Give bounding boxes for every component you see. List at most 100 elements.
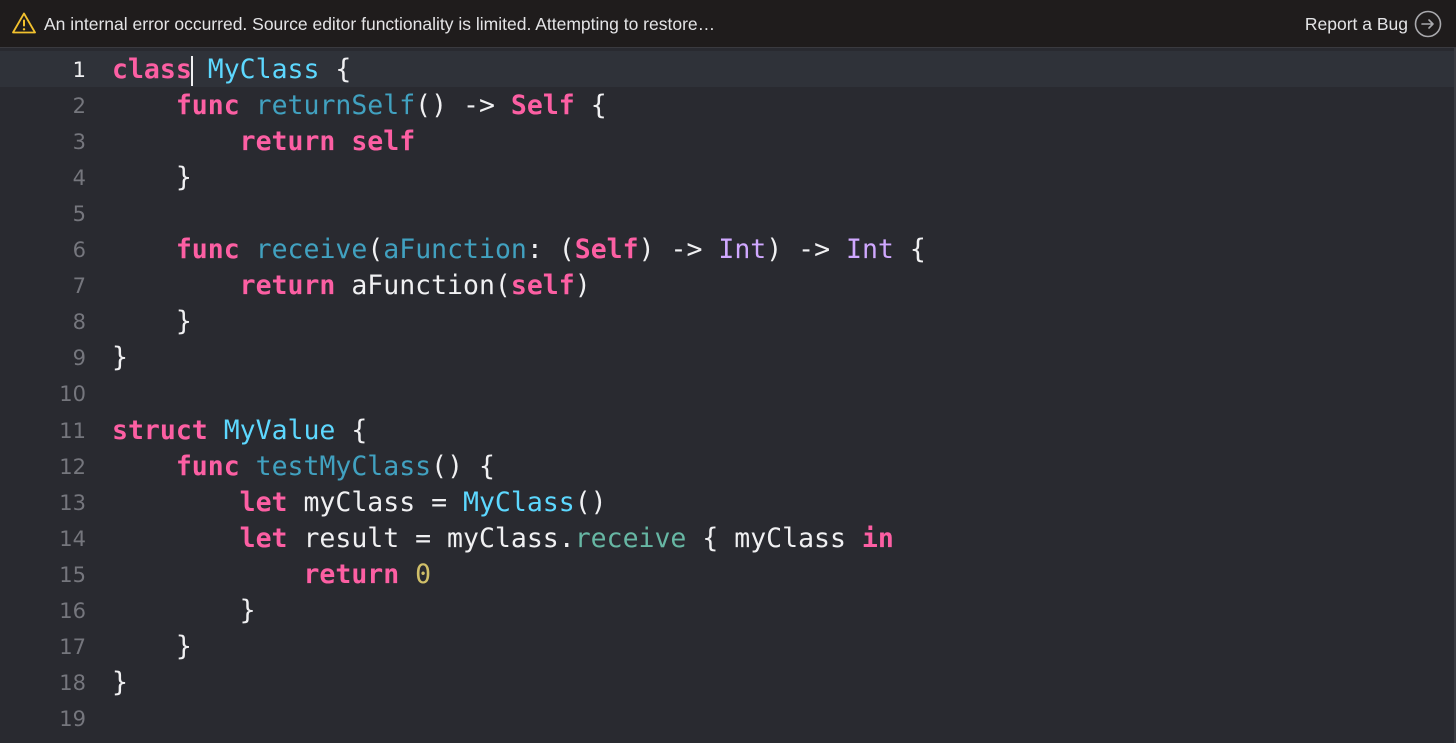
- code-token: ) ->: [766, 234, 847, 266]
- code-text[interactable]: }: [112, 342, 128, 374]
- code-token: MyClass: [207, 54, 320, 85]
- code-text[interactable]: return self: [112, 126, 416, 158]
- code-token: returnSelf: [255, 90, 416, 122]
- code-token: testMyClass: [255, 450, 432, 482]
- code-token: {: [335, 414, 368, 446]
- code-line[interactable]: 19: [0, 700, 1456, 736]
- code-token: }: [112, 306, 192, 338]
- line-number: 18: [59, 670, 86, 695]
- code-line[interactable]: 1 class MyClass {: [0, 51, 1456, 87]
- code-text[interactable]: }: [112, 667, 128, 699]
- code-token: : (: [526, 234, 575, 266]
- code-token: receive: [255, 234, 368, 266]
- code-token: class: [112, 54, 192, 85]
- line-number: 3: [72, 130, 86, 155]
- code-token: }: [112, 630, 192, 662]
- code-token: { myClass: [686, 522, 862, 554]
- code-text[interactable]: func receive(aFunction: (Self) -> Int) -…: [112, 234, 926, 266]
- code-line[interactable]: 7 return aFunction(self): [0, 267, 1456, 303]
- code-token: () ->: [415, 90, 511, 122]
- code-line[interactable]: 14 let result = myClass.receive { myClas…: [0, 520, 1456, 556]
- code-line[interactable]: 3 return self: [0, 123, 1456, 159]
- line-number: 2: [72, 94, 86, 119]
- line-number: 10: [59, 382, 86, 407]
- warning-triangle-icon: [12, 12, 36, 34]
- code-token: Int: [718, 234, 767, 266]
- code-token: myClass =: [287, 486, 464, 518]
- code-token: Int: [846, 234, 894, 266]
- line-number: 5: [72, 202, 86, 227]
- code-token: func: [175, 450, 240, 482]
- code-line[interactable]: 6 func receive(aFunction: (Self) -> Int)…: [0, 231, 1456, 267]
- code-token: Self: [574, 234, 639, 266]
- line-number: 13: [59, 490, 86, 515]
- code-line[interactable]: 12 func testMyClass() {: [0, 448, 1456, 484]
- code-token: (): [574, 486, 607, 518]
- code-text[interactable]: let result = myClass.receive { myClass i…: [112, 523, 894, 555]
- code-text[interactable]: }: [112, 595, 256, 627]
- code-line[interactable]: 16 }: [0, 592, 1456, 628]
- line-number: 9: [72, 346, 86, 371]
- code-token: {: [319, 54, 352, 85]
- report-bug-label: Report a Bug: [1304, 13, 1408, 34]
- code-line[interactable]: 8 }: [0, 303, 1456, 339]
- code-token: }: [112, 594, 256, 626]
- source-editor[interactable]: 1 class MyClass {2 func returnSelf() -> S…: [0, 48, 1456, 743]
- line-number: 7: [72, 274, 86, 299]
- code-token: ) ->: [638, 234, 719, 266]
- code-line[interactable]: 9}: [0, 339, 1456, 375]
- line-number: 1: [72, 58, 86, 82]
- code-token: func: [175, 234, 240, 266]
- code-text[interactable]: struct MyValue {: [112, 415, 367, 447]
- line-number: 15: [59, 562, 86, 587]
- code-line[interactable]: 18}: [0, 664, 1456, 700]
- code-token: MyClass: [463, 486, 575, 518]
- code-line[interactable]: 17 }: [0, 628, 1456, 664]
- code-text[interactable]: class MyClass {: [112, 54, 351, 86]
- code-token: let: [239, 486, 288, 518]
- line-number: 14: [59, 526, 86, 551]
- code-token: Self: [510, 90, 575, 122]
- code-token: () {: [431, 450, 495, 482]
- code-text[interactable]: func returnSelf() -> Self {: [112, 90, 607, 122]
- code-token: in: [861, 522, 894, 554]
- line-number: 8: [72, 310, 86, 335]
- code-token: self: [510, 270, 575, 302]
- line-number: 17: [59, 634, 86, 659]
- code-line[interactable]: 10: [0, 375, 1456, 411]
- code-line[interactable]: 15 return 0: [0, 556, 1456, 592]
- code-text[interactable]: func testMyClass() {: [112, 451, 495, 483]
- code-token: return: [303, 558, 400, 590]
- code-line[interactable]: 5: [0, 195, 1456, 231]
- code-line[interactable]: 2 func returnSelf() -> Self {: [0, 87, 1456, 123]
- code-text[interactable]: }: [112, 306, 192, 338]
- code-token: return: [239, 270, 336, 302]
- code-text[interactable]: return 0: [112, 559, 431, 591]
- report-bug-button[interactable]: Report a Bug: [1305, 0, 1442, 48]
- code-line[interactable]: 4 }: [0, 159, 1456, 195]
- code-text[interactable]: let myClass = MyClass(): [112, 487, 607, 519]
- code-text[interactable]: return aFunction(self): [112, 270, 591, 302]
- code-token: func: [175, 90, 240, 122]
- code-token: MyValue: [223, 414, 336, 446]
- code-text[interactable]: }: [112, 162, 192, 194]
- code-line[interactable]: 11 struct MyValue {: [0, 412, 1456, 448]
- code-text[interactable]: }: [112, 631, 192, 663]
- code-token: }: [112, 666, 128, 698]
- line-number: 19: [59, 706, 86, 731]
- code-line[interactable]: 13 let myClass = MyClass(): [0, 484, 1456, 520]
- code-token: return: [239, 126, 336, 158]
